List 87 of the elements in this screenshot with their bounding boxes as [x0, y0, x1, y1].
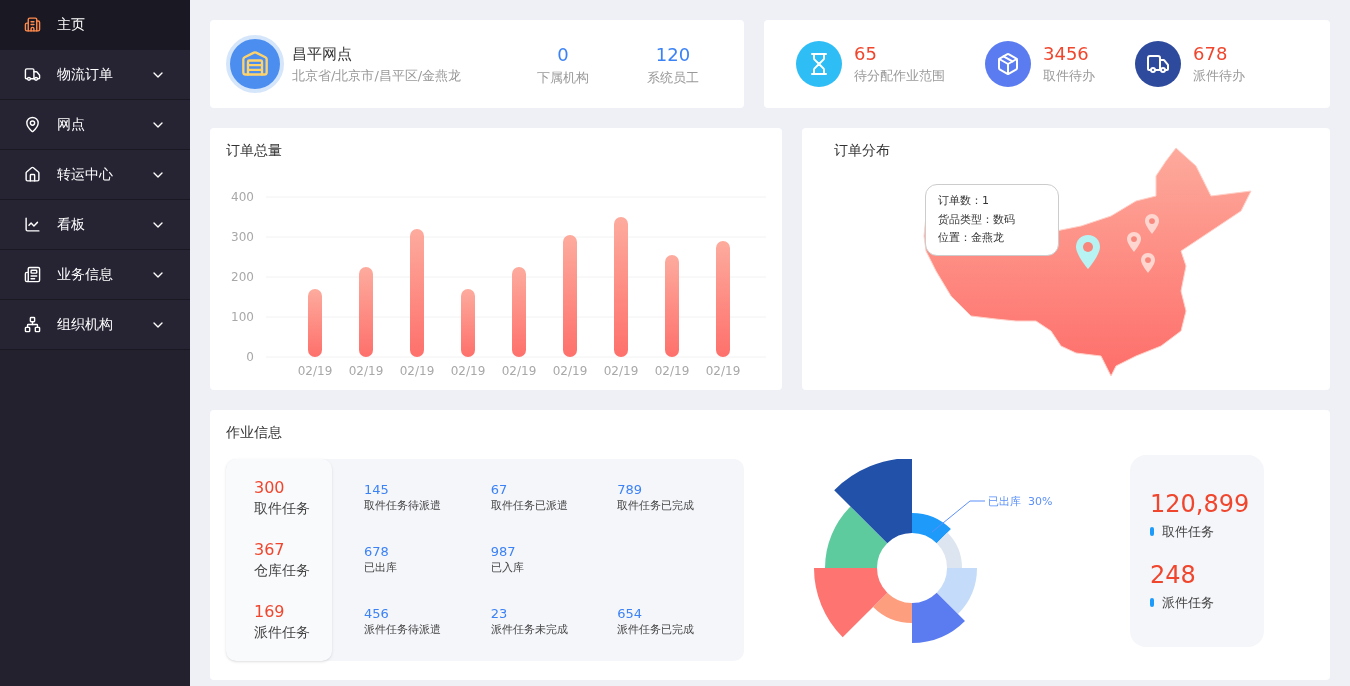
sidebar-item[interactable]: 网点	[0, 100, 190, 150]
todo-label: 派件待办	[1193, 67, 1245, 86]
card-title: 作业信息	[226, 423, 283, 442]
sidebar-item[interactable]: 业务信息	[0, 250, 190, 300]
menu-icon	[24, 166, 41, 183]
task-label: 取件任务已派遣	[490, 498, 569, 514]
total-label: 派件任务	[1162, 594, 1214, 612]
total-count: 248	[1150, 561, 1197, 589]
axis-tick-label: 02/19	[654, 364, 690, 378]
map-pin-icon	[1127, 232, 1141, 252]
task-count: 145	[364, 482, 390, 498]
sidebar-item[interactable]: 物流订单	[0, 50, 190, 100]
axis-tick-label: 02/19	[297, 364, 333, 378]
axis-tick-label: 02/19	[552, 364, 588, 378]
todo-count: 3456	[1043, 42, 1090, 67]
total-label: 取件任务	[1162, 522, 1214, 541]
stat-label: 系统员工	[647, 68, 699, 87]
menu-icon	[24, 216, 41, 233]
axis-tick-label: 200	[231, 270, 254, 284]
axis-tick-label: 02/19	[501, 364, 537, 378]
task-count: 300	[254, 478, 286, 498]
sidebar-item[interactable]: 组织机构	[0, 300, 190, 350]
task-count: 367	[254, 540, 286, 560]
total-count: 120,899	[1150, 489, 1251, 518]
stat-value: 120	[655, 42, 691, 67]
task-label: 取件任务	[254, 499, 311, 518]
bar	[461, 289, 475, 357]
menu-icon	[24, 66, 41, 83]
sidebar-item[interactable]: 看板	[0, 200, 190, 250]
station-name: 昌平网点	[292, 44, 353, 65]
stat-value: 0	[557, 42, 569, 67]
axis-tick-label: 100	[231, 310, 254, 324]
rose-sector	[825, 506, 888, 568]
map-pin-icon	[1076, 235, 1100, 269]
task-label: 派件任务待派遣	[364, 622, 442, 638]
chart-label: 已出库 30%	[988, 495, 1053, 508]
task-label: 仓库任务	[254, 561, 311, 580]
task-count: 654	[617, 606, 644, 622]
axis-tick-label: 300	[231, 230, 254, 244]
menu-icon	[24, 16, 41, 33]
leader-line	[931, 500, 986, 533]
task-count: 67	[490, 482, 509, 498]
warehouse-icon	[241, 50, 269, 78]
task-label: 取件任务待派遣	[364, 498, 442, 514]
axis-tick-label: 02/19	[450, 364, 486, 378]
station-address: 北京省/北京市/昌平区/金燕龙	[292, 66, 463, 85]
task-label: 派件任务未完成	[490, 622, 569, 638]
card-title: 订单分布	[834, 141, 890, 160]
todo-label: 取件待办	[1043, 67, 1095, 86]
bar	[308, 289, 322, 357]
axis-tick-label: 02/19	[348, 364, 384, 378]
tooltip-text: 订单数：1	[938, 193, 990, 209]
task-label: 取件任务已完成	[617, 498, 696, 514]
axis-tick-label: 02/19	[399, 364, 435, 378]
task-count: 456	[364, 606, 390, 622]
stat-label: 下属机构	[537, 68, 589, 87]
menu-icon	[24, 316, 41, 333]
bullet-icon	[1150, 526, 1154, 536]
todo-count: 65	[854, 42, 878, 67]
card-title: 订单总量	[226, 141, 283, 160]
task-count: 678	[364, 544, 390, 560]
axis-tick-label: 0	[246, 350, 254, 364]
tooltip-text: 货品类型：数码	[938, 211, 1016, 228]
task-label: 派件任务	[254, 623, 311, 642]
menu-icon	[24, 266, 41, 283]
sidebar-item[interactable]: 主页	[0, 0, 190, 50]
bullet-icon	[1150, 598, 1154, 608]
package-icon	[985, 41, 1031, 87]
task-count: 23	[490, 606, 509, 622]
task-label: 派件任务已完成	[617, 622, 696, 638]
hourglass-icon	[796, 41, 842, 87]
axis-tick-label: 02/19	[603, 364, 639, 378]
task-count: 789	[617, 482, 644, 498]
map-pin-icon	[1145, 214, 1159, 234]
task-count: 987	[490, 544, 517, 560]
task-count: 169	[254, 602, 286, 622]
axis-tick-label: 400	[231, 190, 254, 204]
sidebar-item[interactable]: 转运中心	[0, 150, 190, 200]
menu-icon	[24, 116, 41, 133]
task-label: 已入库	[490, 560, 525, 576]
map-pin-icon	[1141, 253, 1155, 273]
todo-count: 678	[1193, 42, 1229, 67]
todo-label: 待分配作业范围	[854, 67, 945, 86]
task-label: 已出库	[364, 560, 398, 576]
axis-tick-label: 02/19	[705, 364, 741, 378]
tooltip-text: 位置：金燕龙	[938, 230, 1005, 246]
truck-icon	[1135, 41, 1181, 87]
